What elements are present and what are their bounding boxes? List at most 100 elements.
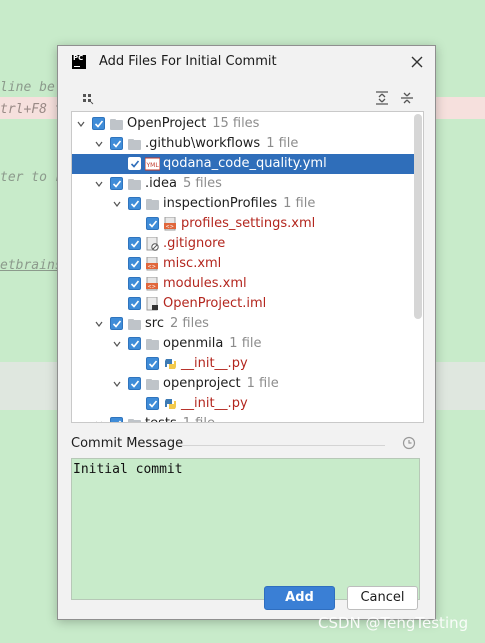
- folder-icon: [146, 339, 159, 350]
- checkmark-icon: [130, 340, 140, 348]
- include-checkbox[interactable]: [128, 197, 141, 210]
- include-checkbox[interactable]: [128, 337, 141, 350]
- include-checkbox[interactable]: [128, 157, 141, 170]
- pycharm-logo-icon: PC: [72, 55, 86, 69]
- tree-folder-row[interactable]: inspectionProfiles 1 file: [72, 194, 414, 214]
- py-file-icon: [165, 399, 176, 409]
- include-checkbox[interactable]: [110, 317, 123, 330]
- tree-item-name: tests: [145, 416, 177, 422]
- tree-folder-row[interactable]: .github\workflows 1 file: [72, 134, 414, 154]
- collapse-all-icon[interactable]: [399, 90, 415, 106]
- tree-file-row[interactable]: YML qodana_code_quality.yml: [72, 154, 414, 174]
- tree-item-name: openmila: [163, 336, 224, 351]
- xml-file-icon: <>: [164, 217, 176, 231]
- folder-icon: [128, 419, 141, 422]
- include-checkbox[interactable]: [146, 397, 159, 410]
- editor-text-line: trl+F8 t: [0, 102, 63, 117]
- cancel-button[interactable]: Cancel: [347, 586, 418, 610]
- checkmark-icon: [112, 180, 122, 188]
- include-checkbox[interactable]: [128, 237, 141, 250]
- tree-file-row[interactable]: OpenProject.iml: [72, 294, 414, 314]
- include-checkbox[interactable]: [128, 257, 141, 270]
- svg-text:YML: YML: [146, 162, 160, 169]
- chevron-down-icon[interactable]: [94, 179, 104, 189]
- tree-folder-row[interactable]: tests 1 file: [72, 414, 414, 423]
- group-by-icon[interactable]: [80, 90, 96, 106]
- checkmark-icon: [112, 320, 122, 328]
- commit-message-field[interactable]: Initial commit: [71, 458, 420, 600]
- tree-item-name: OpenProject.iml: [163, 296, 267, 311]
- checkmark-icon: [130, 380, 140, 388]
- folder-icon: [128, 319, 141, 330]
- include-checkbox[interactable]: [146, 217, 159, 230]
- commit-message-text[interactable]: Initial commit: [73, 462, 183, 477]
- checkmark-icon: [130, 240, 140, 248]
- svg-text:<>: <>: [166, 224, 174, 230]
- chevron-down-icon[interactable]: [76, 119, 86, 129]
- tree-item-name: .gitignore: [163, 236, 226, 251]
- chevron-down-icon[interactable]: [94, 139, 104, 149]
- iml-file-icon: [146, 297, 158, 311]
- add-button[interactable]: Add: [264, 586, 335, 610]
- chevron-down-icon[interactable]: [112, 199, 122, 209]
- watermark: CSDN @TengTesting: [318, 614, 469, 632]
- tree-item-name: profiles_settings.xml: [181, 216, 316, 231]
- tree-item-label: openproject 1 file: [163, 374, 279, 394]
- tree-scrollbar[interactable]: [414, 114, 422, 319]
- changes-tree: tests 1 file __init__.py openproject 1 file _…: [71, 111, 424, 423]
- include-checkbox[interactable]: [128, 297, 141, 310]
- tree-file-row[interactable]: <> misc.xml: [72, 254, 414, 274]
- tree-folder-row[interactable]: src 2 files: [72, 314, 414, 334]
- svg-text:<>: <>: [148, 264, 156, 270]
- chevron-down-icon[interactable]: [94, 319, 104, 329]
- tree-item-label: src 2 files: [145, 314, 209, 334]
- include-checkbox[interactable]: [110, 137, 123, 150]
- include-checkbox[interactable]: [128, 377, 141, 390]
- checkmark-icon: [118, 420, 122, 422]
- tree-folder-row[interactable]: openproject 1 file: [72, 374, 414, 394]
- tree-item-name: __init__.py: [181, 396, 248, 411]
- checkmark-icon: [130, 260, 140, 268]
- checkmark-icon: [112, 140, 122, 148]
- tree-file-row[interactable]: <> modules.xml: [72, 274, 414, 294]
- folder-icon: [128, 139, 141, 150]
- ignore-file-icon: [146, 237, 159, 251]
- tree-item-name: .idea: [145, 176, 177, 191]
- expand-all-icon[interactable]: [374, 90, 390, 106]
- tree-item-label: misc.xml: [163, 254, 221, 274]
- include-checkbox[interactable]: [146, 357, 159, 370]
- tree-file-row[interactable]: __init__.py: [72, 394, 414, 414]
- tree-folder-row[interactable]: openmila 1 file: [72, 334, 414, 354]
- tree-file-row[interactable]: .gitignore: [72, 234, 414, 254]
- tree-folder-row[interactable]: OpenProject 15 files: [72, 114, 414, 134]
- commit-history-icon[interactable]: [402, 436, 416, 450]
- tree-item-label: __init__.py: [181, 354, 248, 374]
- tree-item-label: .github\workflows 1 file: [145, 134, 298, 154]
- tree-toolbar: [58, 86, 435, 110]
- folder-icon: [146, 379, 159, 390]
- tree-item-count: 1 file: [183, 416, 215, 422]
- tree-item-count: 1 file: [266, 136, 299, 151]
- close-icon[interactable]: [409, 54, 425, 70]
- tree-file-row[interactable]: __init__.py: [72, 354, 414, 374]
- include-checkbox[interactable]: [128, 277, 141, 290]
- tree-item-label: tests 1 file: [145, 414, 215, 422]
- include-checkbox[interactable]: [92, 117, 105, 130]
- tree-item-label: OpenProject 15 files: [127, 114, 259, 134]
- tree-item-label: OpenProject.iml: [163, 294, 266, 314]
- add-files-dialog: PC Add Files For Initial Commit tests 1 f…: [57, 45, 436, 620]
- chevron-down-icon[interactable]: [112, 379, 122, 389]
- checkmark-icon: [130, 300, 140, 308]
- tree-file-row[interactable]: <> profiles_settings.xml: [72, 214, 414, 234]
- tree-item-count: 1 file: [246, 376, 279, 391]
- tree-item-name: inspectionProfiles: [163, 196, 278, 211]
- tree-item-name: OpenProject: [127, 116, 207, 131]
- chevron-down-icon[interactable]: [112, 339, 122, 349]
- tree-item-count: 5 files: [182, 176, 222, 191]
- include-checkbox[interactable]: [110, 417, 123, 422]
- editor-text-line: etbrains: [0, 258, 63, 273]
- include-checkbox[interactable]: [110, 177, 123, 190]
- chevron-down-icon[interactable]: [94, 419, 104, 423]
- tree-folder-row[interactable]: .idea 5 files: [72, 174, 414, 194]
- tree-item-name: __init__.py: [181, 356, 248, 371]
